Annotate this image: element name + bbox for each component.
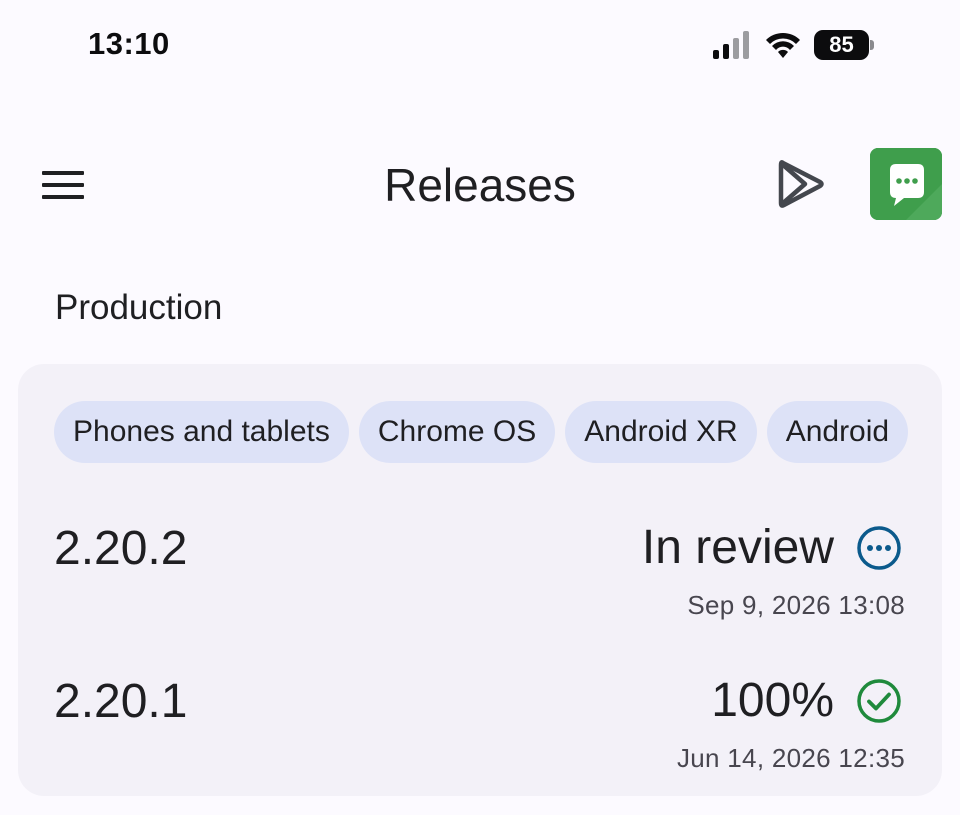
feedback-button[interactable] — [870, 148, 942, 220]
battery-tip — [870, 40, 874, 50]
status-time: 13:10 — [88, 26, 170, 61]
release-row[interactable]: 2.20.2 In review Sep 9, 2026 13:08 — [18, 514, 942, 634]
release-date: Sep 9, 2026 13:08 — [687, 590, 905, 620]
release-version: 2.20.1 — [54, 675, 188, 728]
release-status-text: 100% — [711, 674, 834, 727]
production-releases-card: Phones and tablets Chrome OS Android XR … — [18, 364, 942, 796]
feedback-chat-icon — [870, 148, 942, 220]
form-factor-chips[interactable]: Phones and tablets Chrome OS Android XR … — [54, 401, 942, 463]
release-row[interactable]: 2.20.1 100% Jun 14, 2026 12:35 — [18, 667, 942, 787]
wifi-icon — [766, 32, 800, 58]
releases-screen: 13:10 85 Releases Production Phones and … — [0, 0, 960, 815]
chip-android[interactable]: Android — [766, 401, 909, 463]
release-status: 100% — [711, 673, 902, 728]
battery-level: 85 — [814, 30, 869, 60]
chip-android-xr[interactable]: Android XR — [565, 401, 757, 463]
release-status-text: In review — [641, 521, 834, 574]
signal-icon — [713, 31, 749, 59]
section-label-production: Production — [55, 288, 223, 327]
release-status: In review — [642, 520, 902, 575]
app-bar: Releases — [0, 140, 960, 230]
status-bar: 13:10 85 — [0, 0, 960, 90]
release-date: Jun 14, 2026 12:35 — [676, 743, 905, 773]
chip-phones-and-tablets[interactable]: Phones and tablets — [54, 401, 349, 463]
release-version: 2.20.2 — [54, 522, 188, 575]
status-icons: 85 — [712, 28, 874, 62]
check-circle-icon — [857, 678, 901, 723]
google-play-icon — [778, 160, 824, 208]
battery-icon: 85 — [814, 30, 874, 60]
pending-dots-icon — [857, 525, 901, 570]
chip-chrome-os[interactable]: Chrome OS — [358, 401, 556, 463]
google-play-button[interactable] — [770, 152, 832, 216]
